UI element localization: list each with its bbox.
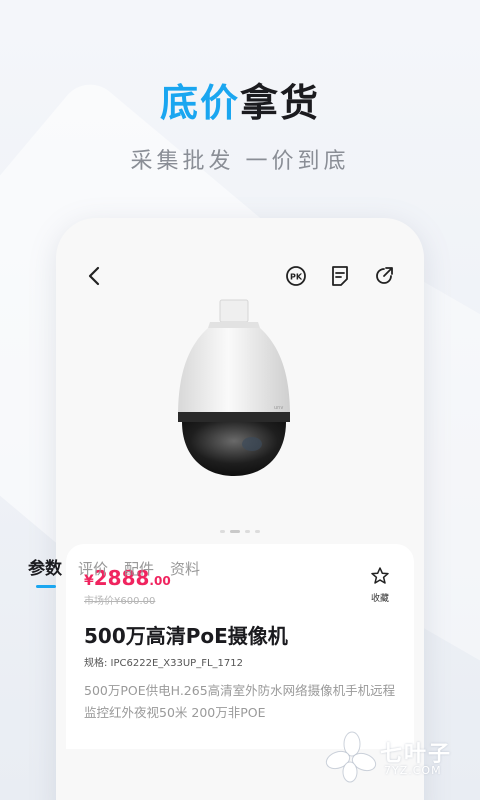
product-title: 500万高清PoE摄像机 [84,624,288,648]
back-arrow-icon[interactable] [80,262,108,290]
pk-icon[interactable]: PK [282,262,310,290]
tab-reviews[interactable]: 评价 [78,558,108,579]
carousel-dot[interactable] [220,530,225,533]
carousel-dot[interactable] [255,530,260,533]
product-spec: 规格: IPC6222E_X33UP_FL_1712 [84,658,243,669]
tab-params[interactable]: 参数 [28,554,62,588]
favorite-label: 收藏 [370,594,389,604]
tab-active-indicator [36,585,56,588]
promo-headline: 底价拿货 [0,72,480,127]
product-description: 500万POE供电H.265高清室外防水网络摄像机手机远程监控红外夜视50米 2… [84,683,396,720]
product-image-camera[interactable]: unv [174,298,294,488]
star-icon [371,567,389,584]
favorite-button[interactable]: 收藏 [362,566,398,604]
headline-accent: 底价 [159,81,240,125]
watermark-url: 7YZ.COM [384,764,442,777]
phone-mockup: PK unv ¥2888.00 市场价¥600.00 收藏 500万高清PoE摄… [56,218,424,800]
site-watermark: 七叶子 7YZ.COM [324,730,474,786]
product-topbar: PK [56,262,424,292]
tab-label: 参数 [28,559,62,579]
note-icon[interactable] [326,262,354,290]
carousel-indicator [56,530,424,533]
carousel-dot-active[interactable] [230,530,240,533]
headline-dark: 拿货 [240,81,321,125]
market-price: 市场价¥600.00 [84,596,156,607]
svg-text:unv: unv [274,405,283,411]
leaf-logo-icon [325,731,377,783]
svg-text:PK: PK [290,273,303,282]
tab-accessories[interactable]: 配件 [124,558,154,579]
carousel-dot[interactable] [245,530,250,533]
promo-subheadline: 采集批发 一价到底 [130,149,350,174]
detail-tabs: 参数 评价 配件 资料 [28,554,200,588]
share-icon[interactable] [370,262,398,290]
tab-documents[interactable]: 资料 [170,558,200,579]
